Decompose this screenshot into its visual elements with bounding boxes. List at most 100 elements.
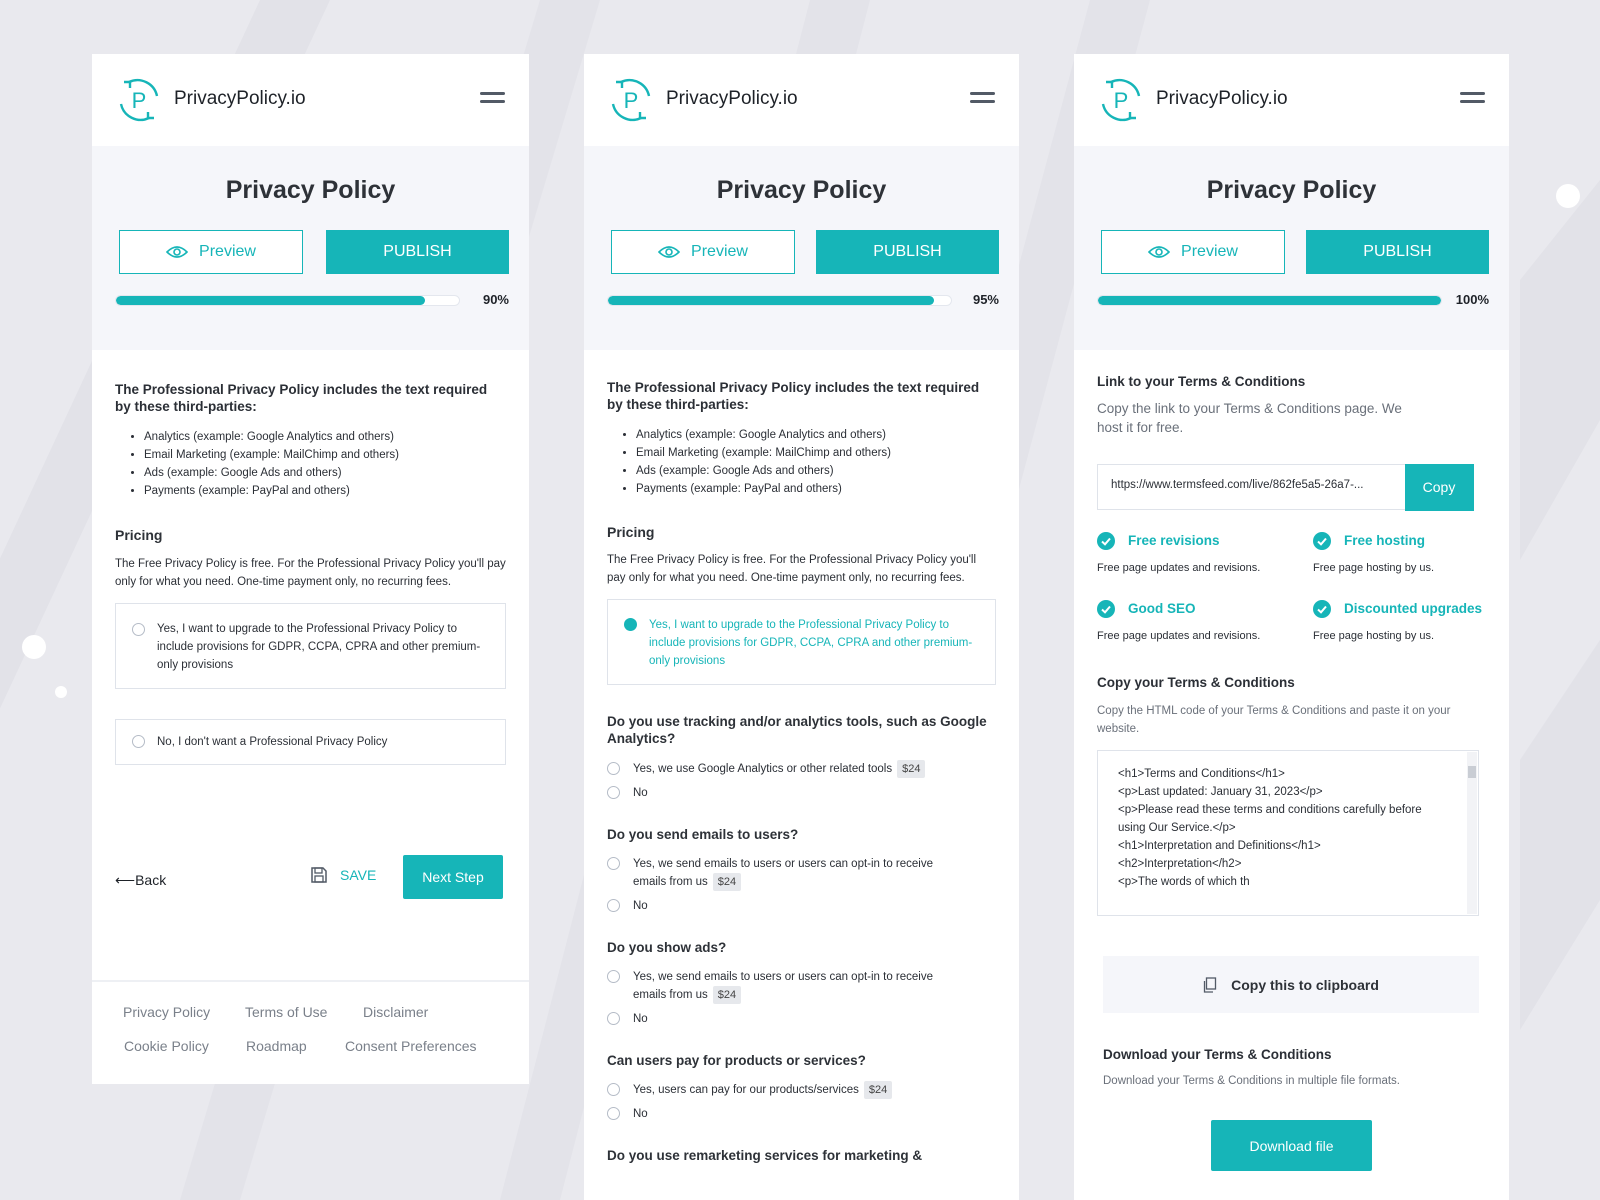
radio-unselected[interactable] xyxy=(132,735,145,748)
radio-unselected[interactable] xyxy=(607,1083,620,1096)
option-no-upgrade[interactable]: No, I don't want a Professional Privacy … xyxy=(115,719,506,765)
pricing-text: The Free Privacy Policy is free. For the… xyxy=(115,558,506,588)
answer-no[interactable]: No xyxy=(607,897,996,915)
top-bar: P PrivacyPolicy.io xyxy=(1074,54,1509,146)
page-title: Privacy Policy xyxy=(225,176,396,204)
top-bar: P PrivacyPolicy.io xyxy=(92,54,529,146)
copy-to-clipboard-button[interactable]: Copy this to clipboard xyxy=(1103,956,1479,1013)
radio-selected[interactable] xyxy=(624,618,637,631)
publish-button[interactable]: PUBLISH xyxy=(326,230,509,274)
footer-link[interactable]: Terms of Use xyxy=(245,1004,327,1020)
feature-text: Free page updates and revisions. xyxy=(1097,562,1261,574)
download-title: Download your Terms & Conditions xyxy=(1103,1047,1332,1062)
list-item: Ads (example: Google Ads and others) xyxy=(144,464,506,482)
list-item: Payments (example: PayPal and others) xyxy=(636,480,996,498)
radio-unselected[interactable] xyxy=(132,623,145,636)
pricing-title: Pricing xyxy=(115,527,163,543)
svg-text:P: P xyxy=(624,88,639,113)
answer-yes[interactable]: Yes, users can pay for our products/serv… xyxy=(607,1081,996,1099)
answer-yes[interactable]: Yes, we send emails to users or users ca… xyxy=(607,855,996,891)
preview-button[interactable]: Preview xyxy=(611,230,795,274)
feature-title: Free revisions xyxy=(1128,533,1220,548)
footer-link[interactable]: Cookie Policy xyxy=(124,1038,209,1054)
copy-link-button[interactable]: Copy xyxy=(1404,463,1474,511)
radio-unselected[interactable] xyxy=(607,899,620,912)
check-circle-icon xyxy=(1097,532,1115,550)
back-link[interactable]: ⟵Back xyxy=(115,872,166,889)
feature-text: Free page hosting by us. xyxy=(1313,630,1435,642)
preview-button[interactable]: Preview xyxy=(119,230,303,274)
footer-link[interactable]: Consent Preferences xyxy=(345,1038,477,1054)
screen-step-publish: P PrivacyPolicy.io Privacy Policy Previe… xyxy=(1074,54,1509,1200)
check-circle-icon xyxy=(1097,600,1115,618)
svg-text:P: P xyxy=(1114,88,1129,113)
footer: Privacy Policy Terms of Use Disclaimer C… xyxy=(92,980,529,1054)
progress-percent: 100% xyxy=(1455,292,1489,307)
hamburger-menu-icon[interactable] xyxy=(1460,92,1485,109)
footer-link[interactable]: Disclaimer xyxy=(363,1004,428,1020)
answer-no[interactable]: No xyxy=(607,1010,996,1028)
progress-percent: 90% xyxy=(482,292,509,307)
progress-bar xyxy=(1097,295,1442,306)
question-remarketing: Do you use remarketing services for mark… xyxy=(607,1148,923,1163)
publish-button[interactable]: PUBLISH xyxy=(1306,230,1489,274)
url-input-value[interactable]: https://www.termsfeed.com/live/862fe5a5-… xyxy=(1098,465,1405,509)
download-description: Download your Terms & Conditions in mult… xyxy=(1103,1075,1400,1087)
save-label: SAVE xyxy=(340,867,377,883)
option-yes-upgrade-selected[interactable]: Yes, I want to upgrade to the Profession… xyxy=(607,599,996,685)
preview-label: Preview xyxy=(199,243,256,260)
footer-link[interactable]: Privacy Policy xyxy=(123,1004,210,1020)
third-party-list: Analytics (example: Google Analytics and… xyxy=(144,428,506,500)
price-badge: $24 xyxy=(712,873,742,891)
answer-yes[interactable]: Yes, we send emails to users or users ca… xyxy=(607,968,996,1004)
question-analytics: Do you use tracking and/or analytics too… xyxy=(607,714,987,746)
radio-unselected[interactable] xyxy=(607,970,620,983)
progress-percent: 95% xyxy=(972,292,999,307)
progress-fill xyxy=(1098,296,1441,305)
hamburger-menu-icon[interactable] xyxy=(480,92,505,109)
code-textarea[interactable]: <h1>Terms and Conditions</h1> <p>Last up… xyxy=(1097,750,1479,916)
feature-text: Free page hosting by us. xyxy=(1313,562,1435,574)
price-badge: $24 xyxy=(897,760,926,778)
copy-title: Copy your Terms & Conditions xyxy=(1097,675,1295,690)
list-item: Payments (example: PayPal and others) xyxy=(144,482,506,500)
next-step-button[interactable]: Next Step xyxy=(403,855,503,899)
option-yes-upgrade[interactable]: Yes, I want to upgrade to the Profession… xyxy=(115,603,506,689)
screen-step-questions: P PrivacyPolicy.io Privacy Policy Previe… xyxy=(584,54,1019,1200)
preview-button[interactable]: Preview xyxy=(1101,230,1285,274)
radio-unselected[interactable] xyxy=(607,762,620,775)
answer-no[interactable]: No xyxy=(607,784,996,802)
publish-button[interactable]: PUBLISH xyxy=(816,230,999,274)
progress-bar xyxy=(115,295,460,306)
feature-title: Good SEO xyxy=(1128,601,1196,616)
third-party-intro: The Professional Privacy Policy includes… xyxy=(607,380,980,412)
header-section: Privacy Policy Preview PUBLISH 95% xyxy=(584,146,1019,350)
radio-unselected[interactable] xyxy=(607,857,620,870)
back-arrow-icon: ⟵ xyxy=(115,872,136,888)
eye-icon xyxy=(166,246,189,258)
scrollbar[interactable] xyxy=(1467,752,1477,914)
content: The Professional Privacy Policy includes… xyxy=(584,379,1019,1164)
hamburger-menu-icon[interactable] xyxy=(970,92,995,109)
url-field[interactable]: https://www.termsfeed.com/live/862fe5a5-… xyxy=(1097,463,1474,511)
answer-yes[interactable]: Yes, we use Google Analytics or other re… xyxy=(607,760,996,778)
third-party-intro: The Professional Privacy Policy includes… xyxy=(115,382,488,414)
pricing-title: Pricing xyxy=(607,524,655,540)
logo-icon: P xyxy=(1101,78,1141,122)
clipboard-icon xyxy=(1203,976,1217,993)
footer-link[interactable]: Roadmap xyxy=(246,1038,307,1054)
content: The Professional Privacy Policy includes… xyxy=(92,381,529,765)
radio-unselected[interactable] xyxy=(607,1012,620,1025)
radio-unselected[interactable] xyxy=(607,786,620,799)
save-button[interactable]: SAVE xyxy=(310,866,376,884)
logo-icon: P xyxy=(119,78,159,122)
svg-text:P: P xyxy=(132,88,147,113)
answer-no[interactable]: No xyxy=(607,1105,996,1123)
link-title: Link to your Terms & Conditions xyxy=(1097,374,1306,389)
save-disk-icon xyxy=(311,867,327,883)
download-file-button[interactable]: Download file xyxy=(1211,1120,1372,1171)
list-item: Email Marketing (example: MailChimp and … xyxy=(144,446,506,464)
price-badge: $24 xyxy=(712,986,742,1004)
radio-unselected[interactable] xyxy=(607,1107,620,1120)
header-section: Privacy Policy Preview PUBLISH 90% xyxy=(92,146,529,350)
